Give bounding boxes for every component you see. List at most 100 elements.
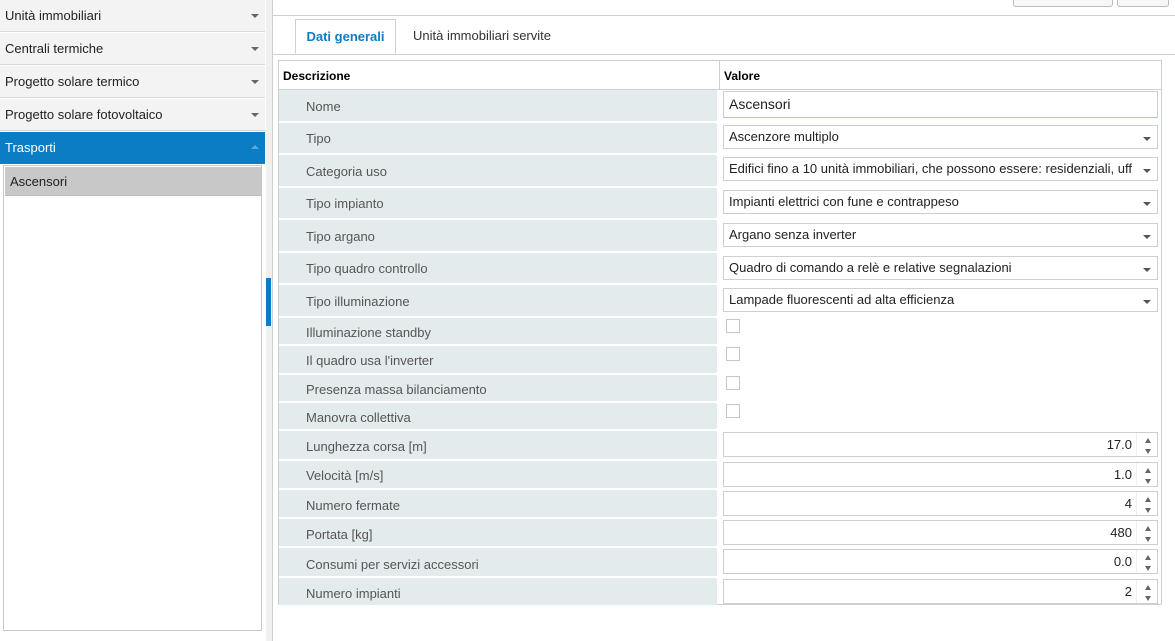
grid-header: Descrizione Valore <box>279 61 1161 90</box>
numero-impianti-stepper[interactable]: 2 <box>723 579 1158 604</box>
row-label: Tipo quadro controllo <box>306 261 428 276</box>
grid-row-numero-impianti: Numero impianti 2 <box>279 577 1161 606</box>
row-label-cell: Nome <box>279 90 717 121</box>
tipo-quadro-select[interactable]: Quadro di comando a relè e relative segn… <box>723 256 1158 280</box>
chevron-down-icon <box>1143 235 1151 239</box>
row-label-cell: Consumi per servizi accessori <box>279 548 717 576</box>
row-label: Numero fermate <box>306 498 400 513</box>
chevron-down-icon <box>1143 202 1151 206</box>
grid-row-tipo-quadro: Tipo quadro controllo Quadro di comando … <box>279 252 1161 284</box>
spin-down-icon[interactable] <box>1145 508 1151 513</box>
grid-row-illuminazione-standby: Illuminazione standby <box>279 317 1161 345</box>
select-value: Lampade fluorescenti ad alta efficienza <box>729 292 955 307</box>
grid-row-velocita: Velocità [m/s] 1.0 <box>279 460 1161 489</box>
property-grid: Descrizione Valore Nome Ascensori Tipo A… <box>278 60 1162 605</box>
tab-unita-servite[interactable]: Unità immobiliari servite <box>402 19 562 54</box>
row-label: Velocità [m/s] <box>306 468 384 483</box>
row-label-cell: Numero impianti <box>279 578 717 605</box>
row-label: Nome <box>306 99 341 114</box>
stepper-divider <box>1136 492 1137 515</box>
row-label: Illuminazione standby <box>306 325 432 340</box>
spin-up-icon[interactable] <box>1145 555 1151 560</box>
row-label-cell: Categoria uso <box>279 155 717 186</box>
stepper-divider <box>1136 521 1137 544</box>
tipo-illuminazione-select[interactable]: Lampade fluorescenti ad alta efficienza <box>723 288 1158 312</box>
accordion-label: Centrali termiche <box>5 41 104 56</box>
main-panel: Dati generali Unità immobiliari servite … <box>272 0 1175 641</box>
grid-row-lunghezza-corsa: Lunghezza corsa [m] 17.0 <box>279 430 1161 460</box>
lunghezza-corsa-stepper[interactable]: 17.0 <box>723 432 1158 457</box>
massa-bilanciamento-checkbox[interactable] <box>726 376 740 390</box>
spin-down-icon[interactable] <box>1145 479 1151 484</box>
grid-row-tipo-illuminazione: Tipo illuminazione Lampade fluorescenti … <box>279 284 1161 317</box>
tipo-argano-select[interactable]: Argano senza inverter <box>723 223 1158 247</box>
accordion-label: Unità immobiliari <box>5 8 102 23</box>
grid-row-massa-bilanciamento: Presenza massa bilanciamento <box>279 374 1161 402</box>
row-label-cell: Tipo <box>279 123 717 153</box>
row-label-cell: Portata [kg] <box>279 519 717 546</box>
accordion-trasporti[interactable]: Trasporti <box>0 132 265 164</box>
row-label: Portata [kg] <box>306 527 373 542</box>
accordion-centrali-termiche[interactable]: Centrali termiche <box>0 33 265 65</box>
tab-dati-generali[interactable]: Dati generali <box>295 19 396 54</box>
accordion-unita-immobiliari[interactable]: Unità immobiliari <box>0 0 265 32</box>
accordion-label: Trasporti <box>5 140 56 155</box>
categoria-uso-select[interactable]: Edifici fino a 10 unità immobiliari, che… <box>723 157 1158 181</box>
row-label: Tipo illuminazione <box>306 294 410 309</box>
row-label: Consumi per servizi accessori <box>306 557 479 572</box>
chevron-up-icon <box>251 145 259 149</box>
tipo-select[interactable]: Ascenzore multiplo <box>723 125 1158 149</box>
manovra-collettiva-checkbox[interactable] <box>726 404 740 418</box>
accordion-label: Progetto solare fotovoltaico <box>5 107 163 122</box>
spin-up-icon[interactable] <box>1145 585 1151 590</box>
column-divider[interactable] <box>719 61 720 89</box>
spin-down-icon[interactable] <box>1145 449 1151 454</box>
row-label-cell: Illuminazione standby <box>279 318 717 344</box>
column-header-value: Valore <box>724 69 761 83</box>
splitter-handle[interactable] <box>266 278 271 326</box>
select-value: Edifici fino a 10 unità immobiliari, che… <box>729 161 1132 176</box>
stepper-divider <box>1136 550 1137 573</box>
stepper-value: 17.0 <box>1106 437 1132 452</box>
stepper-value: 4 <box>1124 496 1132 511</box>
grid-row-tipo-argano: Tipo argano Argano senza inverter <box>279 219 1161 252</box>
tipo-impianto-select[interactable]: Impianti elettrici con fune e contrappes… <box>723 190 1158 214</box>
row-label-cell: Tipo argano <box>279 220 717 251</box>
spin-down-icon[interactable] <box>1145 537 1151 542</box>
grid-row-portata: Portata [kg] 480 <box>279 518 1161 547</box>
select-value: Quadro di comando a relè e relative segn… <box>729 260 1012 275</box>
spin-up-icon[interactable] <box>1145 468 1151 473</box>
accordion-solare-fotovoltaico[interactable]: Progetto solare fotovoltaico <box>0 99 265 131</box>
grid-row-tipo: Tipo Ascenzore multiplo <box>279 122 1161 154</box>
chevron-down-icon <box>251 113 259 117</box>
consumi-stepper[interactable]: 0.0 <box>723 549 1158 574</box>
stepper-value: 480 <box>1110 525 1132 540</box>
row-label-cell: Tipo illuminazione <box>279 285 717 316</box>
velocita-stepper[interactable]: 1.0 <box>723 462 1158 487</box>
chevron-down-icon <box>1143 169 1151 173</box>
row-label-cell: Numero fermate <box>279 490 717 517</box>
name-input[interactable]: Ascensori <box>723 91 1158 118</box>
portata-stepper[interactable]: 480 <box>723 520 1158 545</box>
row-label-cell: Manovra collettiva <box>279 403 717 429</box>
spin-up-icon[interactable] <box>1145 497 1151 502</box>
column-header-description: Descrizione <box>283 69 351 83</box>
list-item-ascensori[interactable]: Ascensori <box>5 167 262 196</box>
spin-up-icon[interactable] <box>1145 526 1151 531</box>
illuminazione-standby-checkbox[interactable] <box>726 319 740 333</box>
spin-up-icon[interactable] <box>1145 438 1151 443</box>
spin-down-icon[interactable] <box>1145 596 1151 601</box>
grid-row-tipo-impianto: Tipo impianto Impianti elettrici con fun… <box>279 187 1161 219</box>
row-label: Lunghezza corsa [m] <box>306 439 427 454</box>
name-input-value: Ascensori <box>729 96 791 112</box>
chevron-down-icon <box>251 80 259 84</box>
accordion-solare-termico[interactable]: Progetto solare termico <box>0 66 265 98</box>
toolbar-button[interactable] <box>1013 0 1113 7</box>
quadro-inverter-checkbox[interactable] <box>726 347 740 361</box>
numero-fermate-stepper[interactable]: 4 <box>723 491 1158 516</box>
row-label-cell: Tipo impianto <box>279 188 717 218</box>
toolbar-button[interactable] <box>1117 0 1169 7</box>
spin-down-icon[interactable] <box>1145 566 1151 571</box>
chevron-down-icon <box>1143 300 1151 304</box>
row-label: Il quadro usa l'inverter <box>306 353 434 368</box>
